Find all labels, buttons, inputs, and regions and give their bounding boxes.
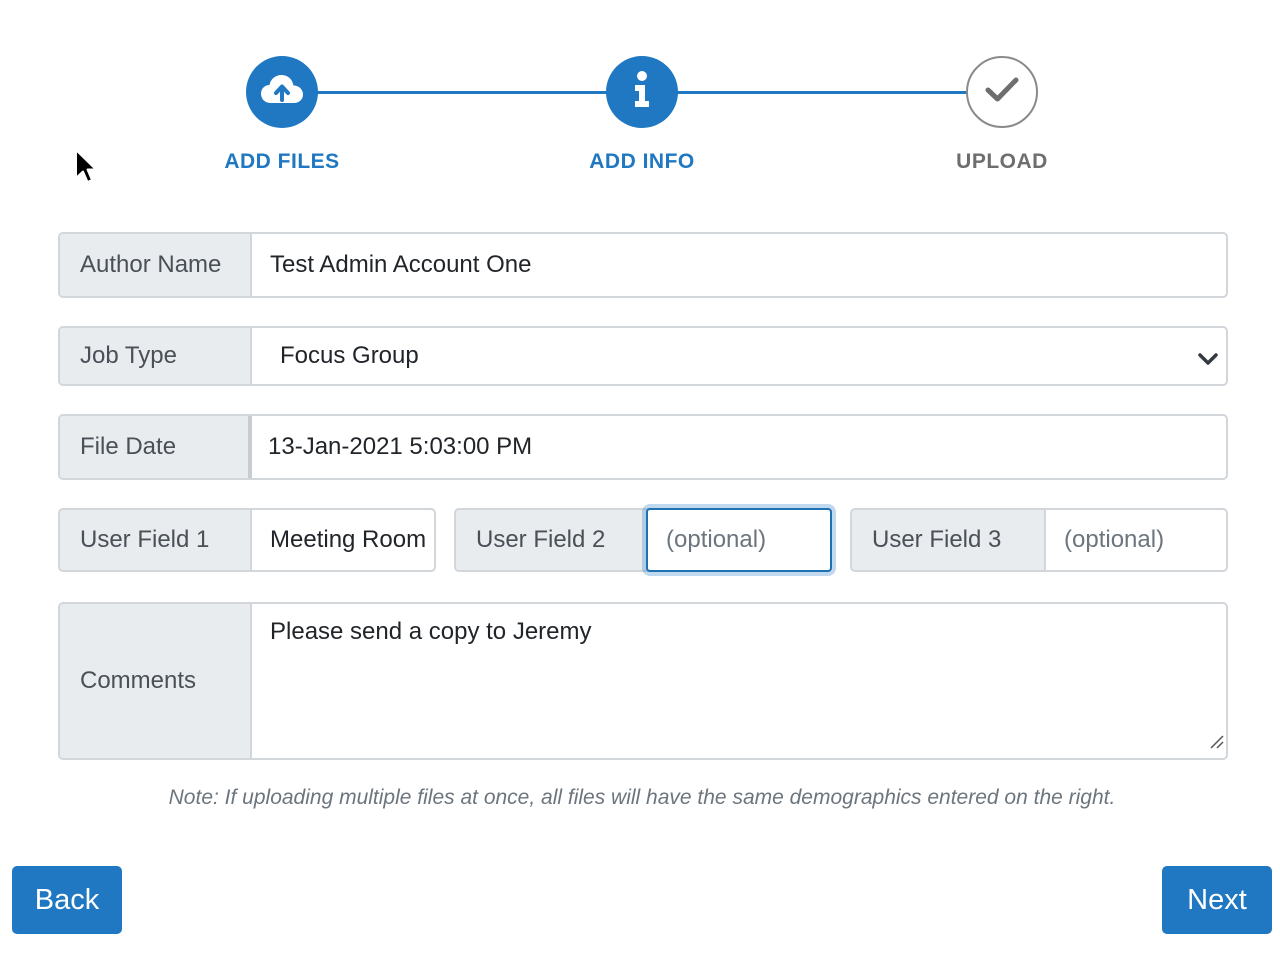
step-label-add-files[interactable]: ADD FILES xyxy=(162,150,402,174)
user-field-2-group: User Field 2 (optional) xyxy=(454,508,832,572)
chevron-down-icon xyxy=(1198,347,1218,375)
step-connector-2 xyxy=(660,91,990,94)
user-field-3-group: User Field 3 (optional) xyxy=(850,508,1228,572)
file-date-group: File Date 13-Jan-2021 5:03:00 PM xyxy=(58,414,1228,480)
step-label-upload: UPLOAD xyxy=(956,150,1048,173)
user-field-3-label: User Field 3 xyxy=(852,510,1046,570)
check-icon xyxy=(985,77,1019,108)
next-button[interactable]: Next xyxy=(1162,866,1272,934)
comments-group: Comments Please send a copy to Jeremy xyxy=(58,602,1228,760)
cloud-upload-icon xyxy=(260,73,304,112)
demographics-note: Note: If uploading multiple files at onc… xyxy=(168,786,1116,809)
comments-label: Comments xyxy=(60,604,252,758)
author-name-label: Author Name xyxy=(60,234,252,296)
user-field-1-group: User Field 1 Meeting Room xyxy=(58,508,436,572)
job-type-select[interactable]: Focus Group xyxy=(252,328,1226,384)
job-type-selected-value: Focus Group xyxy=(280,342,419,369)
resize-handle-icon[interactable] xyxy=(1208,728,1224,756)
step-add-files[interactable] xyxy=(246,56,318,128)
user-field-3-input[interactable]: (optional) xyxy=(1046,510,1226,570)
author-name-group: Author Name Test Admin Account One xyxy=(58,232,1228,298)
comments-text: Please send a copy to Jeremy xyxy=(270,618,592,645)
info-icon xyxy=(632,70,652,115)
user-field-2-label: User Field 2 xyxy=(456,510,648,570)
mouse-pointer-icon xyxy=(74,148,98,191)
step-label-add-info[interactable]: ADD INFO xyxy=(522,150,762,174)
user-field-1-label: User Field 1 xyxy=(60,510,252,570)
user-field-1-input[interactable]: Meeting Room xyxy=(252,510,434,570)
step-upload[interactable] xyxy=(966,56,1038,128)
job-type-label: Job Type xyxy=(60,328,252,384)
step-connector-1 xyxy=(300,91,630,94)
comments-textarea[interactable]: Please send a copy to Jeremy xyxy=(252,604,1226,758)
user-field-2-input[interactable]: (optional) xyxy=(646,508,832,572)
author-name-input[interactable]: Test Admin Account One xyxy=(252,234,1226,296)
step-add-info[interactable] xyxy=(606,56,678,128)
file-date-label: File Date xyxy=(60,416,252,478)
back-button[interactable]: Back xyxy=(12,866,122,934)
job-type-group: Job Type Focus Group xyxy=(58,326,1228,386)
file-date-input[interactable]: 13-Jan-2021 5:03:00 PM xyxy=(252,416,1226,478)
